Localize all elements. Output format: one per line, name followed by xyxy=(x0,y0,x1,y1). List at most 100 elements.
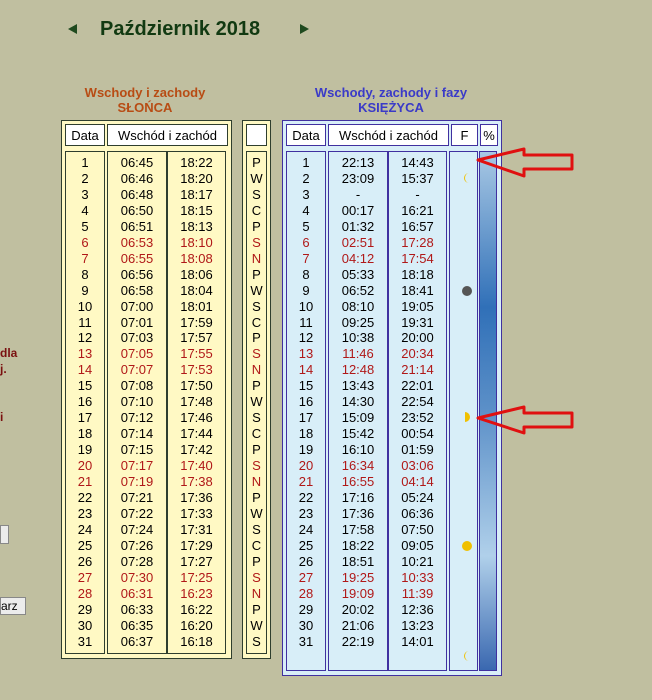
weekday-table: PWSCPSNPWSCPSNPWSCPSNPWSCPSNPWS xyxy=(242,120,271,659)
moon-table-row-cell: 10 xyxy=(298,298,314,314)
sun-table-row-cell: 06:53 xyxy=(120,234,154,250)
sun-table-row-cell: 07:30 xyxy=(120,569,154,585)
sun-table-row: 25 07:26 17:29 xyxy=(62,538,231,554)
moon-table-row-cell: 23:52 xyxy=(401,410,434,426)
moon-table-row: 12 10:38 20:00 xyxy=(283,330,453,346)
sun-table-row: 5 06:51 18:13 xyxy=(62,219,231,235)
moon-table-row-cell: 29 xyxy=(298,601,314,617)
left-cut-button[interactable] xyxy=(0,525,9,544)
weekday-row-cell: S xyxy=(252,234,261,250)
sun-table-row-cell: 15 xyxy=(77,378,93,394)
sun-table-row-cell: 10 xyxy=(77,298,93,314)
sun-table-row-cell: 06:48 xyxy=(120,186,154,202)
sun-table-row-cell: 06:45 xyxy=(120,155,154,170)
sun-table-row-cell: 17:40 xyxy=(180,458,213,474)
left-button-label: arz xyxy=(1,599,18,613)
left-cut-button-labeled[interactable]: arz xyxy=(0,597,26,615)
weekday-row: C xyxy=(243,426,270,442)
moon-table-row-cell: 14:01 xyxy=(401,633,434,649)
sun-table-row-cell: 24 xyxy=(77,521,93,537)
sun-table-row: 27 07:30 17:25 xyxy=(62,570,231,586)
sun-table-row-cell: 18:06 xyxy=(180,266,213,282)
moon-table-row-cell: 05:33 xyxy=(341,266,375,282)
weekday-row-cell: C xyxy=(251,314,262,330)
sun-table-row-cell: 18:10 xyxy=(180,234,213,250)
moon-table-row-cell: 12:36 xyxy=(401,601,434,617)
moon-table-row-cell: 19 xyxy=(298,442,314,458)
sun-table-row: 19 07:15 17:42 xyxy=(62,442,231,458)
prev-month-arrow-icon[interactable] xyxy=(68,24,77,34)
moon-table-row-cell: 10:38 xyxy=(341,330,375,346)
weekday-row: N xyxy=(243,251,270,267)
moon-table-row: 24 17:58 07:50 xyxy=(283,522,453,538)
weekday-row: S xyxy=(243,299,270,315)
weekday-row-cell: S xyxy=(252,521,261,537)
moon-table-row: 23 17:36 06:36 xyxy=(283,506,453,522)
weekday-row: W xyxy=(243,283,270,299)
moon-table-row-cell: 06:52 xyxy=(341,282,375,298)
weekday-row: P xyxy=(243,267,270,283)
weekday-header-cell xyxy=(246,124,267,146)
moon-illumination-bar xyxy=(479,151,497,671)
sun-table-row-cell: 17:50 xyxy=(180,378,213,394)
moon-table-row-cell: 15:09 xyxy=(341,410,375,426)
moon-table-row: 29 20:02 12:36 xyxy=(283,602,453,618)
sun-table-row-cell: 25 xyxy=(77,537,93,553)
weekday-row-cell: W xyxy=(250,394,263,410)
sun-table-row-cell: 2 xyxy=(81,170,89,186)
moon-phase-first-quarter-icon xyxy=(458,411,476,425)
weekday-row-cell: N xyxy=(251,585,262,601)
weekday-row-cell: N xyxy=(251,250,262,266)
weekday-row: C xyxy=(243,203,270,219)
moon-table-row-cell: - xyxy=(415,186,420,202)
sun-table-row-cell: 17:57 xyxy=(180,330,213,346)
sun-table-row-cell: 5 xyxy=(81,218,89,234)
weekday-row: W xyxy=(243,171,270,187)
sun-table-row-cell: 06:46 xyxy=(120,170,154,186)
sun-table-row-cell: 11 xyxy=(78,314,92,330)
sun-table-row-cell: 16:23 xyxy=(180,585,213,601)
moon-table-row-cell: 17:36 xyxy=(341,505,375,521)
weekday-row: N xyxy=(243,474,270,490)
weekday-row: P xyxy=(243,155,270,171)
sun-table-row-cell: 07:21 xyxy=(120,489,154,505)
moon-table-row-cell: 00:54 xyxy=(401,426,434,442)
sun-table-row-cell: 17 xyxy=(77,410,93,426)
weekday-row: S xyxy=(243,570,270,586)
moon-table-row-cell: 5 xyxy=(302,218,310,234)
weekday-row-cell: P xyxy=(252,266,261,282)
sun-table-row-cell: 16:20 xyxy=(180,617,213,633)
moon-table-row-cell: 24 xyxy=(298,521,314,537)
sun-table-row: 13 07:05 17:55 xyxy=(62,346,231,362)
moon-table-row-cell: 14 xyxy=(298,362,314,378)
weekday-row: N xyxy=(243,362,270,378)
moon-table-row-cell: 22:01 xyxy=(401,378,434,394)
weekday-row-cell: N xyxy=(251,474,262,489)
weekday-row-cell: W xyxy=(250,617,263,633)
next-month-arrow-icon[interactable] xyxy=(300,24,309,34)
weekday-row-cell: P xyxy=(252,489,261,505)
moon-table-row-cell: 4 xyxy=(302,202,310,218)
moon-table-row-cell: 22:54 xyxy=(401,394,434,410)
moon-table-row: 5 01:32 16:57 xyxy=(283,219,453,235)
sun-table-row-cell: 17:33 xyxy=(180,505,213,521)
sun-table-row: 7 06:55 18:08 xyxy=(62,251,231,267)
moon-table-row-cell: 22:13 xyxy=(341,155,375,170)
moon-table-caption: Wschody, zachody i fazy KSIĘŻYCA xyxy=(282,85,500,115)
sun-table-row-cell: 6 xyxy=(81,234,89,250)
moon-table: Data Wschód i zachód F % 1 22:13 14:43 2 23:… xyxy=(282,120,502,676)
sun-table-row-cell: 18:08 xyxy=(180,250,213,266)
sun-table-row-cell: 07:22 xyxy=(120,505,154,521)
sun-table-row-cell: 06:50 xyxy=(120,202,154,218)
moon-table-row: 20 16:34 03:06 xyxy=(283,458,453,474)
sun-table-row-cell: 17:31 xyxy=(180,521,213,537)
sun-table-row: 28 06:31 16:23 xyxy=(62,586,231,602)
moon-table-row: 4 00:17 16:21 xyxy=(283,203,453,219)
sun-table-row-cell: 27 xyxy=(77,569,93,585)
sun-table-row-cell: 1 xyxy=(81,155,89,170)
sun-table-row-cell: 21 xyxy=(77,474,93,489)
sun-table-row-cell: 17:46 xyxy=(180,410,213,426)
sun-col-time: Wschód i zachód xyxy=(107,124,228,146)
moon-phase-full-icon xyxy=(458,539,476,553)
moon-table-row-cell: 21:06 xyxy=(341,617,375,633)
